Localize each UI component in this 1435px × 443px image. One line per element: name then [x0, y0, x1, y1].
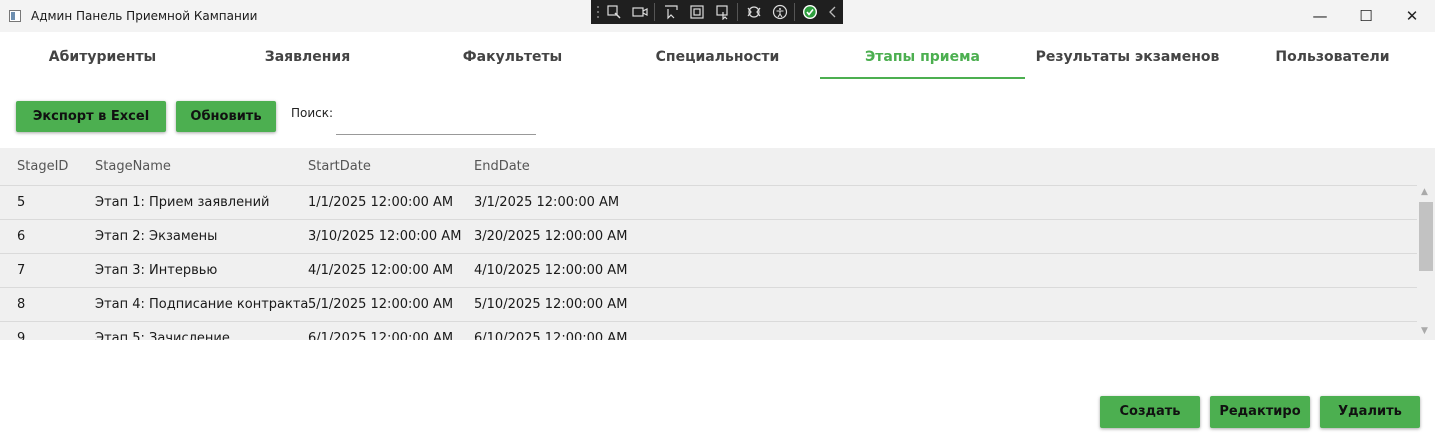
- cell-stagename: Этап 1: Прием заявлений: [95, 195, 270, 210]
- accessibility-icon[interactable]: [772, 4, 788, 20]
- refresh-button[interactable]: Обновить: [176, 101, 276, 132]
- tab-applications[interactable]: Заявления: [205, 32, 410, 80]
- scroll-up-icon[interactable]: ▲: [1421, 187, 1428, 197]
- cell-startdate: 6/1/2025 12:00:00 AM: [308, 331, 454, 340]
- minimize-button[interactable]: —: [1297, 0, 1343, 32]
- stages-table: StageID StageName StartDate EndDate 5 Эт…: [0, 148, 1435, 340]
- tab-exam-results[interactable]: Результаты экзаменов: [1025, 32, 1230, 80]
- app-window-icon: [9, 10, 21, 22]
- scroll-down-icon[interactable]: ▼: [1421, 326, 1428, 336]
- export-excel-button[interactable]: Экспорт в Excel: [16, 101, 166, 132]
- xaml-debug-toolbar: [591, 0, 843, 24]
- table-row[interactable]: 9 Этап 5: Зачисление 6/1/2025 12:00:00 A…: [0, 321, 1417, 340]
- tab-applicants[interactable]: Абитуриенты: [0, 32, 205, 80]
- table-row[interactable]: 7 Этап 3: Интервью 4/1/2025 12:00:00 AM …: [0, 253, 1417, 288]
- tab-admission-stages[interactable]: Этапы приема: [820, 32, 1025, 80]
- table-row[interactable]: 6 Этап 2: Экзамены 3/10/2025 12:00:00 AM…: [0, 219, 1417, 254]
- cell-stagename: Этап 2: Экзамены: [95, 229, 218, 244]
- create-button[interactable]: Создать: [1100, 396, 1200, 428]
- delete-button[interactable]: Удалить: [1320, 396, 1420, 428]
- cell-startdate: 1/1/2025 12:00:00 AM: [308, 195, 454, 210]
- layout-adorner-icon[interactable]: [689, 4, 705, 20]
- table-row[interactable]: 8 Этап 4: Подписание контракта 5/1/2025 …: [0, 287, 1417, 322]
- maximize-button[interactable]: ☐: [1343, 0, 1389, 32]
- camera-icon[interactable]: [632, 4, 648, 20]
- search-label: Поиск:: [291, 106, 334, 120]
- window-title: Админ Панель Приемной Кампании: [31, 9, 258, 23]
- cell-enddate: 3/1/2025 12:00:00 AM: [474, 195, 620, 210]
- cell-stageid: 7: [17, 263, 26, 278]
- close-button[interactable]: ✕: [1389, 0, 1435, 32]
- column-header-enddate[interactable]: EndDate: [474, 159, 530, 174]
- table-body: 5 Этап 1: Прием заявлений 1/1/2025 12:00…: [0, 185, 1417, 340]
- cell-stageid: 5: [17, 195, 26, 210]
- table-header: StageID StageName StartDate EndDate: [0, 148, 1435, 186]
- track-focus-icon[interactable]: [715, 4, 731, 20]
- cell-enddate: 6/10/2025 12:00:00 AM: [474, 331, 628, 340]
- cell-stageid: 9: [17, 331, 26, 340]
- binding-check-icon[interactable]: [802, 4, 818, 20]
- cell-startdate: 3/10/2025 12:00:00 AM: [308, 229, 462, 244]
- cell-stagename: Этап 3: Интервью: [95, 263, 218, 278]
- vertical-scrollbar[interactable]: ▲ ▼: [1417, 185, 1435, 340]
- cursor-select-icon[interactable]: [663, 4, 679, 20]
- active-tab-indicator: [820, 77, 1025, 79]
- table-row[interactable]: 5 Этап 1: Прием заявлений 1/1/2025 12:00…: [0, 185, 1417, 220]
- tab-strip: Абитуриенты Заявления Факультеты Специал…: [0, 32, 1435, 80]
- tab-specialties[interactable]: Специальности: [615, 32, 820, 80]
- cell-stageid: 8: [17, 297, 26, 312]
- tab-faculties[interactable]: Факультеты: [410, 32, 615, 80]
- cell-enddate: 4/10/2025 12:00:00 AM: [474, 263, 628, 278]
- column-header-stagename[interactable]: StageName: [95, 159, 171, 174]
- grip-icon: [597, 6, 599, 18]
- scroll-thumb[interactable]: [1419, 202, 1433, 271]
- collapse-chevron-icon[interactable]: [825, 4, 841, 20]
- column-header-startdate[interactable]: StartDate: [308, 159, 371, 174]
- cell-stageid: 6: [17, 229, 26, 244]
- column-header-stageid[interactable]: StageID: [17, 159, 68, 174]
- select-element-icon[interactable]: [606, 4, 622, 20]
- cell-enddate: 3/20/2025 12:00:00 AM: [474, 229, 628, 244]
- cell-stagename: Этап 5: Зачисление: [95, 331, 230, 340]
- search-input[interactable]: [336, 112, 536, 135]
- tab-users[interactable]: Пользователи: [1230, 32, 1435, 80]
- hot-reload-icon[interactable]: [746, 4, 762, 20]
- cell-enddate: 5/10/2025 12:00:00 AM: [474, 297, 628, 312]
- cell-stagename: Этап 4: Подписание контракта: [95, 297, 309, 312]
- cell-startdate: 5/1/2025 12:00:00 AM: [308, 297, 454, 312]
- edit-button[interactable]: Редактиро: [1210, 396, 1310, 428]
- cell-startdate: 4/1/2025 12:00:00 AM: [308, 263, 454, 278]
